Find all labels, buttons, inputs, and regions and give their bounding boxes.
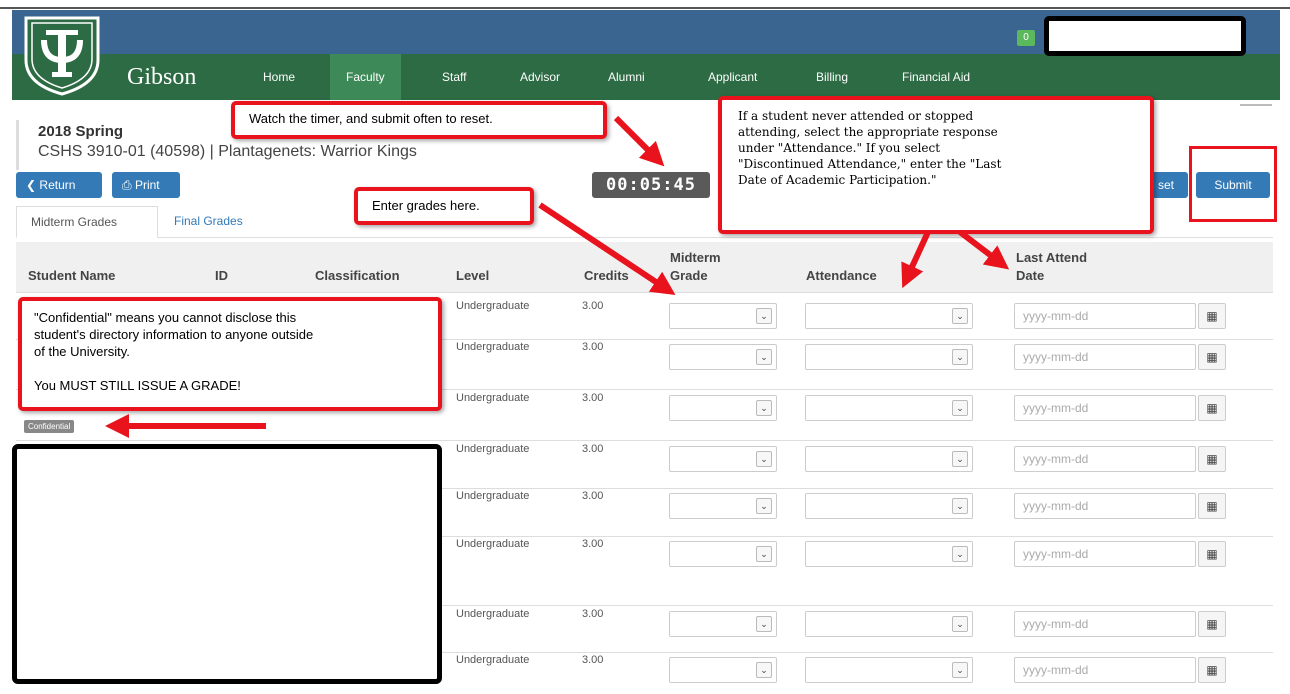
timer-arrow [613, 115, 665, 167]
attendance-arrow [901, 230, 931, 289]
grades-arrow [538, 202, 676, 295]
annotation-arrows [105, 115, 1010, 438]
last-attend-arrow [958, 229, 1010, 270]
